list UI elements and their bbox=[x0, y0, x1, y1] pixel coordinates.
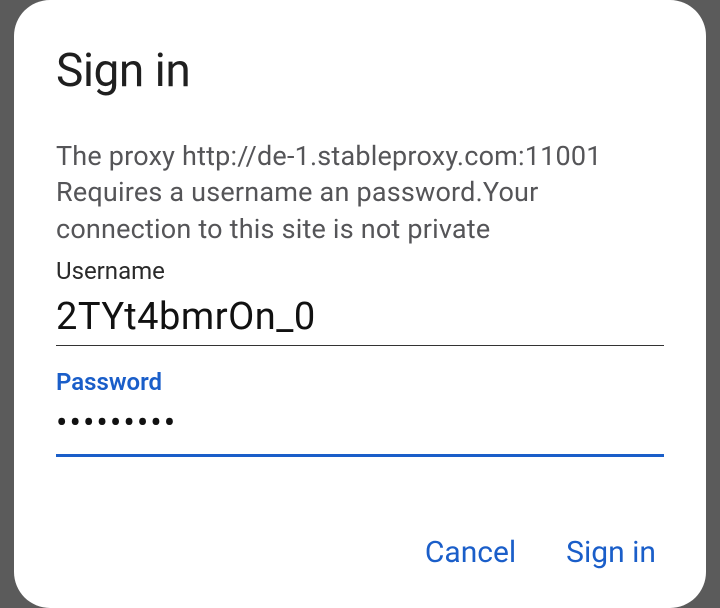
password-field[interactable]: ••••••••• bbox=[56, 406, 664, 457]
username-field[interactable] bbox=[56, 291, 664, 346]
dialog-title: Sign in bbox=[56, 44, 664, 98]
password-label: Password bbox=[56, 368, 664, 396]
dialog-buttons: Cancel Sign in bbox=[56, 531, 664, 580]
username-label: Username bbox=[56, 257, 664, 285]
signin-button[interactable]: Sign in bbox=[564, 531, 658, 574]
cancel-button[interactable]: Cancel bbox=[423, 531, 518, 574]
auth-dialog: Sign in The proxy http://de-1.stableprox… bbox=[14, 0, 706, 608]
password-mask: ••••••••• bbox=[56, 403, 177, 443]
dialog-message: The proxy http://de-1.stableproxy.com:11… bbox=[56, 138, 664, 247]
